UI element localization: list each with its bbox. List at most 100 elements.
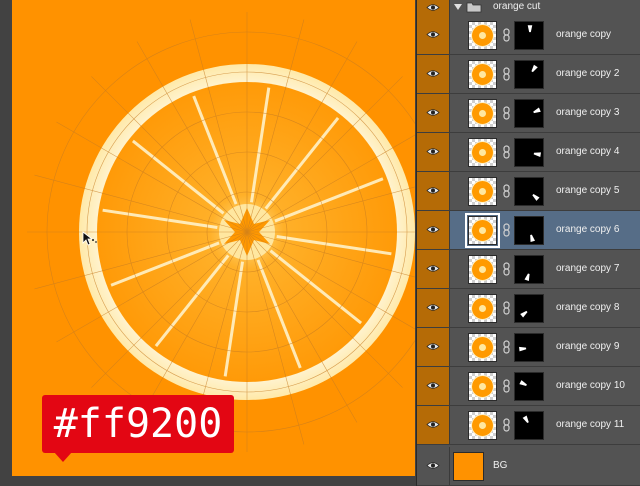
- layer-row-bg[interactable]: BG: [417, 447, 640, 486]
- layer-thumbnail[interactable]: [468, 294, 497, 323]
- group-visibility-toggle[interactable]: [417, 0, 450, 16]
- layer-row[interactable]: orange copy 4: [417, 133, 640, 172]
- layer-row[interactable]: orange copy 9: [417, 328, 640, 367]
- layer-row[interactable]: orange copy: [417, 16, 640, 55]
- chain-link-icon[interactable]: [503, 379, 510, 393]
- layer-thumbnail[interactable]: [468, 60, 497, 89]
- layer-row[interactable]: orange copy 7: [417, 250, 640, 289]
- orange-thumbnail-icon: [471, 375, 494, 398]
- layer-name: orange copy: [556, 29, 612, 40]
- layer-name: orange copy 4: [556, 146, 620, 157]
- layers-panel: orange cut orange copy orange copy 2 orang…: [416, 0, 640, 486]
- orange-thumbnail-icon: [471, 297, 494, 320]
- chain-link-icon[interactable]: [503, 340, 510, 354]
- mask-shape-icon: [519, 380, 527, 386]
- layer-name: orange copy 3: [556, 107, 620, 118]
- layer-mask-thumbnail[interactable]: [514, 411, 544, 440]
- mask-shape-icon: [530, 234, 535, 242]
- layer-thumbnail[interactable]: [468, 411, 497, 440]
- layer-name: orange copy 6: [556, 224, 620, 235]
- bg-layer-name: BG: [493, 460, 508, 471]
- orange-thumbnail-icon: [471, 258, 494, 281]
- layer-name: orange copy 7: [556, 263, 620, 274]
- mask-shape-icon: [522, 415, 529, 424]
- layer-visibility-toggle[interactable]: [417, 133, 450, 171]
- chain-link-icon[interactable]: [503, 28, 510, 42]
- layer-mask-thumbnail[interactable]: [514, 21, 544, 50]
- chain-link-icon[interactable]: [503, 418, 510, 432]
- layer-group-row[interactable]: orange cut: [417, 0, 640, 16]
- bg-layer-thumbnail[interactable]: [453, 452, 484, 481]
- bg-visibility-toggle[interactable]: [417, 447, 450, 485]
- eye-icon: [426, 226, 440, 233]
- mask-shape-icon: [531, 64, 538, 73]
- layer-visibility-toggle[interactable]: [417, 250, 450, 288]
- eye-icon: [426, 109, 440, 116]
- layer-mask-thumbnail[interactable]: [514, 255, 544, 284]
- chain-link-icon[interactable]: [503, 223, 510, 237]
- layer-mask-thumbnail[interactable]: [514, 60, 544, 89]
- layer-thumbnail[interactable]: [468, 372, 497, 401]
- orange-thumbnail-icon: [471, 24, 494, 47]
- layer-thumbnail[interactable]: [468, 177, 497, 206]
- mask-shape-icon: [524, 273, 530, 281]
- move-cursor-icon: [82, 231, 97, 246]
- layer-mask-thumbnail[interactable]: [514, 333, 544, 362]
- mask-shape-icon: [519, 346, 527, 352]
- layer-mask-thumbnail[interactable]: [514, 99, 544, 128]
- layer-thumbnail[interactable]: [468, 255, 497, 284]
- layer-visibility-toggle[interactable]: [417, 328, 450, 366]
- layer-name: orange copy 11: [556, 419, 625, 430]
- eye-icon: [426, 421, 440, 428]
- layer-visibility-toggle[interactable]: [417, 367, 450, 405]
- layer-row[interactable]: orange copy 2: [417, 55, 640, 94]
- group-name: orange cut: [493, 1, 541, 12]
- layer-mask-thumbnail[interactable]: [514, 138, 544, 167]
- color-hex-callout: #ff9200: [42, 395, 234, 453]
- layer-visibility-toggle[interactable]: [417, 172, 450, 210]
- orange-thumbnail-icon: [471, 336, 494, 359]
- layer-thumbnail[interactable]: [468, 21, 497, 50]
- chain-link-icon[interactable]: [503, 301, 510, 315]
- chain-link-icon[interactable]: [503, 184, 510, 198]
- layer-name: orange copy 8: [556, 302, 620, 313]
- eye-icon: [426, 4, 440, 11]
- layer-row[interactable]: orange copy 11: [417, 406, 640, 445]
- layer-thumbnail[interactable]: [465, 213, 500, 248]
- layer-name: orange copy 2: [556, 68, 620, 79]
- layer-thumbnail[interactable]: [468, 333, 497, 362]
- document-canvas[interactable]: #ff9200: [12, 0, 415, 476]
- callout-tail: [54, 452, 72, 462]
- layer-row[interactable]: orange copy 8: [417, 289, 640, 328]
- layer-mask-thumbnail[interactable]: [514, 294, 544, 323]
- orange-thumbnail-icon: [471, 180, 494, 203]
- layer-mask-thumbnail[interactable]: [514, 177, 544, 206]
- layer-visibility-toggle[interactable]: [417, 211, 450, 249]
- eye-icon: [426, 31, 440, 38]
- layer-thumbnail[interactable]: [468, 99, 497, 128]
- layer-row[interactable]: orange copy 3: [417, 94, 640, 133]
- layer-row[interactable]: orange copy 6: [417, 211, 640, 250]
- mask-shape-icon: [533, 107, 541, 114]
- eye-icon: [426, 265, 440, 272]
- layer-visibility-toggle[interactable]: [417, 94, 450, 132]
- layer-visibility-toggle[interactable]: [417, 289, 450, 327]
- mask-shape-icon: [527, 25, 533, 33]
- layer-row[interactable]: orange copy 5: [417, 172, 640, 211]
- chain-link-icon[interactable]: [503, 262, 510, 276]
- expand-arrow-icon[interactable]: [454, 4, 462, 10]
- layer-visibility-toggle[interactable]: [417, 406, 450, 444]
- layer-row[interactable]: orange copy 10: [417, 367, 640, 406]
- layer-thumbnail[interactable]: [468, 138, 497, 167]
- orange-thumbnail-icon: [471, 219, 494, 242]
- layer-mask-thumbnail[interactable]: [514, 372, 544, 401]
- chain-link-icon[interactable]: [503, 145, 510, 159]
- canvas-area[interactable]: #ff9200: [0, 0, 416, 486]
- chain-link-icon[interactable]: [503, 67, 510, 81]
- layer-visibility-toggle[interactable]: [417, 55, 450, 93]
- layer-visibility-toggle[interactable]: [417, 16, 450, 54]
- folder-icon: [466, 2, 482, 13]
- chain-link-icon[interactable]: [503, 106, 510, 120]
- eye-icon: [426, 70, 440, 77]
- layer-mask-thumbnail[interactable]: [514, 216, 544, 245]
